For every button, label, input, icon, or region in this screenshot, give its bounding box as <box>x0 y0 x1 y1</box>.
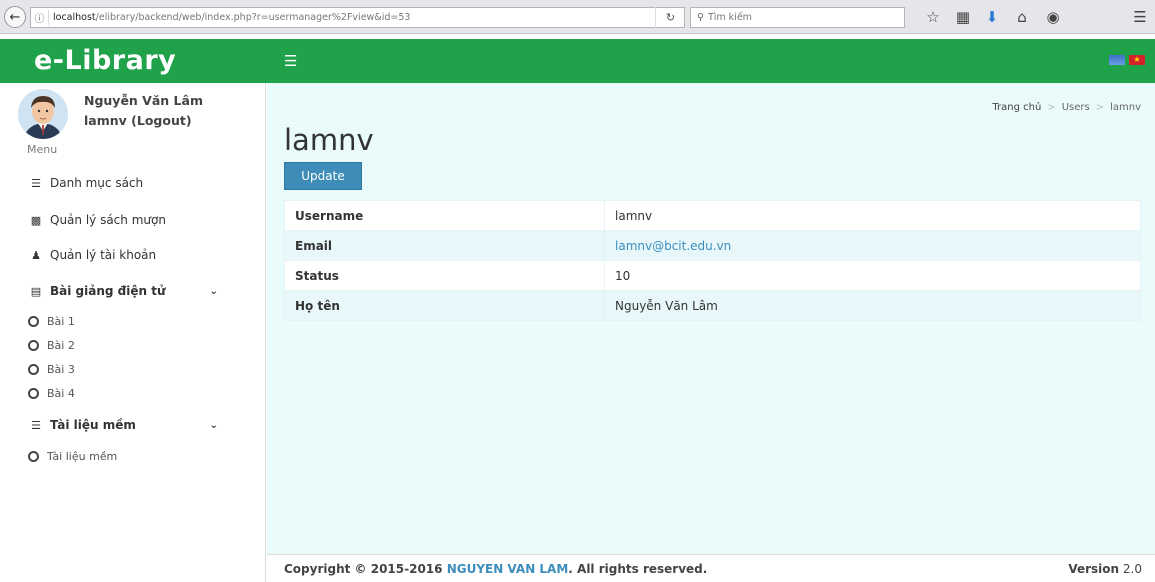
sidebar-item-borrowed-books[interactable]: ▩ Quản lý sách mượn <box>28 213 166 227</box>
user-detail-table: Username lamnv Email lamnv@bcit.edu.vn S… <box>284 200 1141 321</box>
breadcrumb-users-link[interactable]: Users <box>1062 102 1090 113</box>
update-button[interactable]: Update <box>284 162 362 190</box>
footer: Copyright © 2015-2016 NGUYEN VAN LAM. Al… <box>267 554 1155 582</box>
sidebar-item-label: Bài giảng điện tử <box>50 284 166 298</box>
avatar <box>18 89 68 139</box>
info-icon[interactable]: ⓘ <box>31 10 49 25</box>
chat-bubble-icon[interactable]: ◉ <box>1043 8 1063 26</box>
detail-value: 10 <box>604 260 1141 291</box>
address-bar[interactable]: ⓘ localhost/elibrary/backend/web/index.p… <box>30 7 685 28</box>
submenu-item-label: Bài 2 <box>47 339 75 352</box>
circle-icon <box>28 388 39 399</box>
detail-label: Họ tên <box>284 290 605 321</box>
detail-value: Nguyễn Văn Lâm <box>604 290 1141 321</box>
submenu-item-lecture-3[interactable]: Bài 3 <box>28 363 75 376</box>
sidebar-item-label: Danh mục sách <box>50 176 144 190</box>
version-text: Version 2.0 <box>1068 562 1142 576</box>
submenu-item-label: Tài liệu mềm <box>47 450 118 463</box>
book-icon: ▩ <box>30 213 42 227</box>
breadcrumb-home-link[interactable]: Trang chủ <box>992 102 1041 113</box>
table-row: Username lamnv <box>284 200 1141 231</box>
back-arrow-icon[interactable]: ← <box>4 6 26 28</box>
breadcrumb: Trang chủ > Users > lamnv <box>992 102 1141 113</box>
sidebar-item-soft-documents[interactable]: ☰ Tài liệu mềm ⌄ <box>28 418 242 432</box>
browser-toolbar: ← ⓘ localhost/elibrary/backend/web/index… <box>0 0 1155 34</box>
submenu-item-lecture-4[interactable]: Bài 4 <box>28 387 75 400</box>
sidebar-item-book-catalog[interactable]: ☰ Danh mục sách <box>28 176 143 190</box>
home-icon[interactable]: ⌂ <box>1012 8 1032 26</box>
sidebar-item-accounts[interactable]: ♟ Quản lý tài khoản <box>28 248 156 262</box>
detail-label: Status <box>284 260 605 291</box>
circle-icon <box>28 364 39 375</box>
sidebar-item-label: Tài liệu mềm <box>50 418 136 432</box>
main-content: Trang chủ > Users > lamnv lamnv Update U… <box>267 83 1155 554</box>
circle-icon <box>28 340 39 351</box>
page-title: lamnv <box>284 123 374 157</box>
file-icon: ▤ <box>30 284 42 298</box>
chevron-down-icon: ⌄ <box>209 285 218 297</box>
sidebar-item-label: Quản lý tài khoản <box>50 248 157 262</box>
submenu-item-label: Bài 1 <box>47 315 75 328</box>
copyright-suffix: . All rights reserved. <box>568 562 708 576</box>
submenu-item-label: Bài 4 <box>47 387 75 400</box>
logout-link[interactable]: lamnv (Logout) <box>84 113 192 128</box>
breadcrumb-current: lamnv <box>1110 102 1141 113</box>
sidebar-toggle-icon[interactable]: ☰ <box>284 52 297 70</box>
app-logo[interactable]: e-Library <box>0 39 265 83</box>
download-arrow-icon[interactable]: ⬇ <box>982 8 1002 26</box>
browser-search-input[interactable]: ⚲ Tìm kiếm <box>690 7 905 28</box>
user-full-name: Nguyễn Văn Lâm <box>84 93 203 108</box>
circle-icon <box>28 316 39 327</box>
english-flag-icon[interactable] <box>1109 55 1125 65</box>
submenu-item-lecture-2[interactable]: Bài 2 <box>28 339 75 352</box>
table-row: Họ tên Nguyễn Văn Lâm <box>284 290 1141 321</box>
submenu-item-label: Bài 3 <box>47 363 75 376</box>
version-label: Version <box>1068 562 1120 576</box>
search-placeholder: Tìm kiếm <box>707 12 752 23</box>
reload-icon[interactable]: ↻ <box>655 7 685 28</box>
search-icon: ⚲ <box>697 12 704 23</box>
chevron-down-icon: ⌄ <box>209 419 218 431</box>
detail-label: Email <box>284 230 605 261</box>
detail-label: Username <box>284 200 605 231</box>
circle-icon <box>28 451 39 462</box>
app-header: e-Library ☰ ★ <box>0 39 1155 83</box>
sidebar-item-lectures[interactable]: ▤ Bài giảng điện tử ⌄ <box>28 284 242 298</box>
reading-list-icon[interactable]: ▦ <box>953 8 973 26</box>
bookmark-star-icon[interactable]: ☆ <box>923 8 943 26</box>
author-link[interactable]: NGUYEN VAN LAM <box>447 562 569 576</box>
vietnam-flag-icon[interactable]: ★ <box>1129 55 1145 65</box>
list-icon: ☰ <box>31 176 41 190</box>
menu-icon[interactable]: ☰ <box>1130 8 1150 26</box>
version-number: 2.0 <box>1122 562 1142 576</box>
sidebar: Nguyễn Văn Lâm lamnv (Logout) Menu ☰ Dan… <box>0 83 266 582</box>
user-icon: ♟ <box>31 248 41 262</box>
email-link[interactable]: lamnv@bcit.edu.vn <box>615 239 731 253</box>
breadcrumb-separator: > <box>1095 102 1105 113</box>
submenu-item-lecture-1[interactable]: Bài 1 <box>28 315 75 328</box>
url-text: localhost/elibrary/backend/web/index.php… <box>53 12 411 23</box>
table-row: Status 10 <box>284 260 1141 291</box>
sidebar-item-label: Quản lý sách mượn <box>50 213 166 227</box>
list-icon: ☰ <box>31 418 41 432</box>
detail-value: lamnv <box>604 200 1141 231</box>
menu-header: Menu <box>27 143 58 156</box>
copyright-text: Copyright © 2015-2016 NGUYEN VAN LAM. Al… <box>284 562 707 576</box>
submenu-item-soft-documents[interactable]: Tài liệu mềm <box>28 450 117 463</box>
table-row: Email lamnv@bcit.edu.vn <box>284 230 1141 261</box>
detail-value: lamnv@bcit.edu.vn <box>604 230 1141 261</box>
copyright-prefix: Copyright © 2015-2016 <box>284 562 447 576</box>
user-panel: Nguyễn Văn Lâm lamnv (Logout) <box>18 89 258 139</box>
breadcrumb-separator: > <box>1047 102 1056 113</box>
language-switcher: ★ <box>1109 55 1145 65</box>
